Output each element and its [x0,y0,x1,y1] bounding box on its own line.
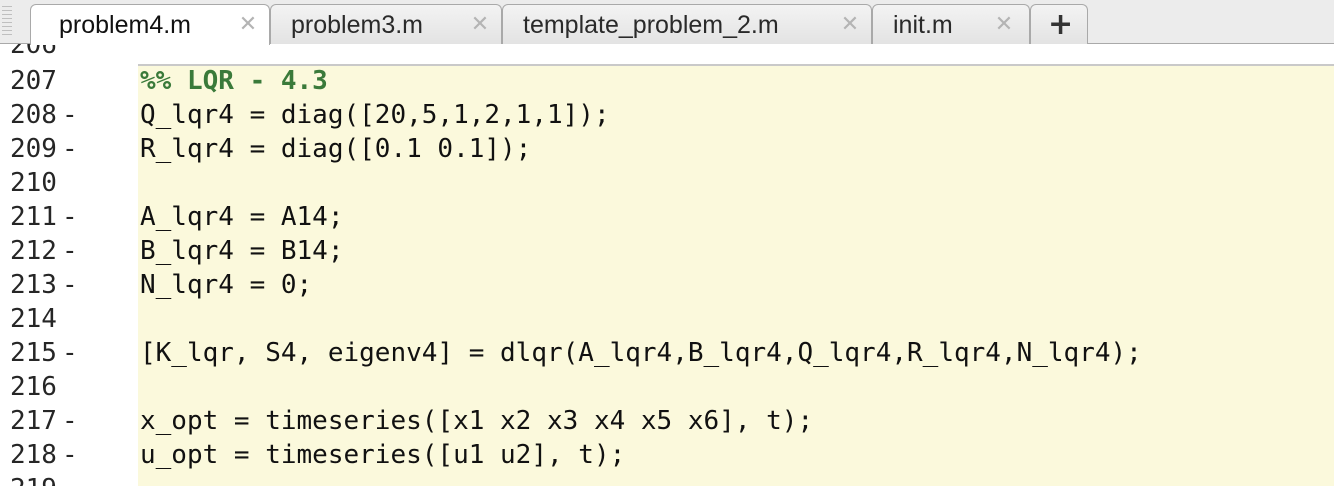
plus-icon: + [1048,7,1074,42]
close-icon[interactable]: ✕ [237,12,259,38]
breakpoint-marker[interactable]: - [62,200,78,234]
code-line[interactable]: 217 - x_opt = timeseries([x1 x2 x3 x4 x5… [0,404,1334,438]
code-line[interactable]: 213 - N_lqr4 = 0; [0,268,1334,302]
code-line[interactable]: 216 [0,370,1334,404]
code-text[interactable]: [K_lqr, S4, eigenv4] = dlqr(A_lqr4,B_lqr… [140,336,1142,370]
tab-label: init.m [893,11,953,39]
tab-label: template_problem_2.m [523,11,779,39]
breakpoint-marker[interactable]: - [62,438,78,472]
line-number: 215 [10,338,57,368]
tab-problem4[interactable]: problem4.m ✕ [30,4,270,45]
tab-problem3[interactable]: problem3.m ✕ [270,4,502,44]
line-number: 213 [10,270,57,300]
line-number: 211 [10,202,57,232]
breakpoint-marker[interactable]: - [62,268,78,302]
line-number: 216 [10,372,57,402]
code-line[interactable]: 215 - [K_lqr, S4, eigenv4] = dlqr(A_lqr4… [0,336,1334,370]
code-line[interactable]: 210 [0,166,1334,200]
code-text[interactable]: N_lqr4 = 0; [140,268,312,302]
line-number: 217 [10,406,57,436]
code-line[interactable]: 212 - B_lqr4 = B14; [0,234,1334,268]
code-text[interactable]: %% LQR - 4.3 [140,64,328,98]
tab-init[interactable]: init.m ✕ [872,4,1030,44]
line-number: 212 [10,236,57,266]
line-number: 210 [10,168,57,198]
tab-template-problem-2[interactable]: template_problem_2.m ✕ [502,4,872,44]
line-number: 218 [10,440,57,470]
code-line[interactable]: 208 - Q_lqr4 = diag([20,5,1,2,1,1]); [0,98,1334,132]
tab-label: problem3.m [291,11,423,39]
breakpoint-marker[interactable]: - [62,234,78,268]
breakpoint-marker[interactable]: - [62,98,78,132]
close-icon[interactable]: ✕ [993,12,1015,38]
code-line[interactable]: 214 [0,302,1334,336]
new-tab-button[interactable]: + [1030,4,1088,44]
code-text[interactable]: Q_lqr4 = diag([20,5,1,2,1,1]); [140,98,610,132]
line-number: 207 [10,66,57,96]
close-icon[interactable]: ✕ [839,12,861,38]
code-text[interactable]: x_opt = timeseries([x1 x2 x3 x4 x5 x6], … [140,404,813,438]
code-text[interactable]: u_opt = timeseries([u1 u2], t); [140,438,625,472]
line-number: 206 [10,44,57,60]
close-icon[interactable]: ✕ [469,12,491,38]
code-text[interactable]: R_lqr4 = diag([0.1 0.1]); [140,132,531,166]
code-line[interactable]: 209 - R_lqr4 = diag([0.1 0.1]); [0,132,1334,166]
breakpoint-marker[interactable]: - [62,336,78,370]
line-number: 219 [10,472,57,486]
breakpoint-marker[interactable]: - [62,132,78,166]
code-editor[interactable]: 206 207 %% LQR - 4.3 208 - Q_lqr4 = diag… [0,44,1334,486]
editor-tab-bar: problem4.m ✕ problem3.m ✕ template_probl… [0,0,1334,45]
code-line[interactable]: 207 %% LQR - 4.3 [0,64,1334,98]
line-number: 214 [10,304,57,334]
code-text[interactable]: B_lqr4 = B14; [140,234,344,268]
tab-label: problem4.m [59,11,191,39]
line-number: 209 [10,134,57,164]
code-line[interactable]: 211 - A_lqr4 = A14; [0,200,1334,234]
line-number: 208 [10,100,57,130]
breakpoint-marker[interactable]: - [62,404,78,438]
tab-bar-grip-handle[interactable] [2,6,12,38]
code-line[interactable]: 218 - u_opt = timeseries([u1 u2], t); [0,438,1334,472]
code-text[interactable]: A_lqr4 = A14; [140,200,344,234]
